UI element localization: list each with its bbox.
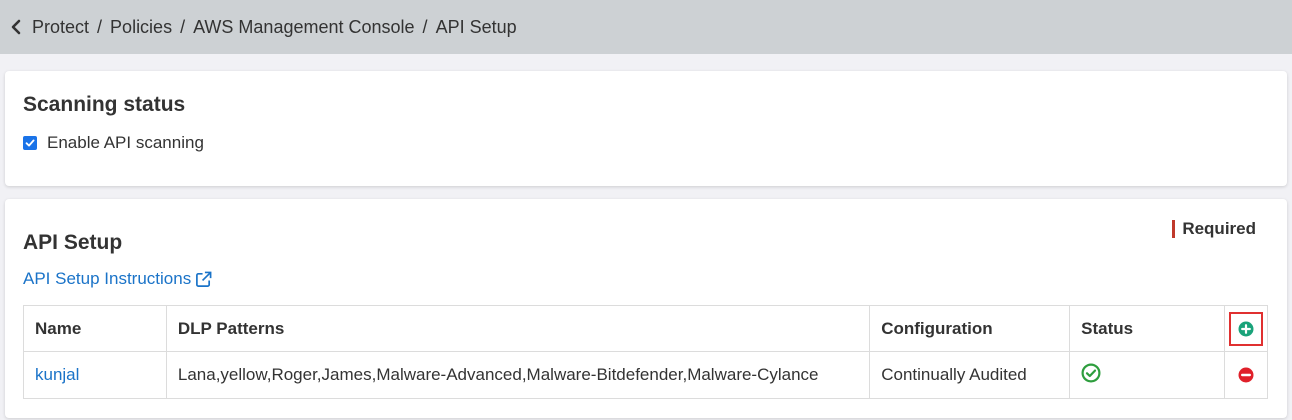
chevron-left-icon[interactable] bbox=[6, 17, 26, 37]
minus-circle-icon bbox=[1238, 367, 1254, 383]
checkmark-icon bbox=[25, 139, 35, 147]
check-circle-icon bbox=[1081, 363, 1101, 383]
remove-row-button[interactable] bbox=[1225, 367, 1267, 383]
row-action bbox=[1223, 351, 1269, 399]
external-link-icon[interactable] bbox=[195, 271, 212, 288]
api-setup-card: Required API Setup API Setup Instruction… bbox=[5, 199, 1287, 418]
row-name[interactable]: kunjal bbox=[23, 351, 167, 399]
breadcrumb-aws-console[interactable]: AWS Management Console bbox=[193, 17, 414, 38]
breadcrumb-separator: / bbox=[180, 16, 186, 37]
header-action bbox=[1223, 305, 1269, 352]
header-dlp-patterns: DLP Patterns bbox=[165, 305, 871, 352]
breadcrumb-protect[interactable]: Protect bbox=[32, 17, 89, 38]
api-setup-instructions-link[interactable]: API Setup Instructions bbox=[23, 269, 212, 289]
plus-circle-icon bbox=[1238, 321, 1254, 336]
row-configuration: Continually Audited bbox=[869, 351, 1071, 399]
api-setup-instructions-text[interactable]: API Setup Instructions bbox=[23, 269, 191, 289]
scanning-status-title: Scanning status bbox=[23, 93, 186, 116]
enable-api-scanning-checkbox[interactable] bbox=[23, 136, 37, 150]
header-configuration: Configuration bbox=[869, 305, 1071, 352]
required-legend: Required bbox=[1172, 220, 1256, 238]
add-row-button[interactable] bbox=[1228, 311, 1263, 346]
breadcrumb-bar: Protect / Policies / AWS Management Cons… bbox=[0, 0, 1292, 54]
enable-api-scanning-row[interactable]: Enable API scanning bbox=[23, 133, 204, 153]
header-status: Status bbox=[1069, 305, 1225, 352]
breadcrumb-policies[interactable]: Policies bbox=[110, 17, 172, 38]
breadcrumb-api-setup: API Setup bbox=[435, 16, 517, 37]
table-header-row: Name DLP Patterns Configuration Status bbox=[23, 305, 1269, 352]
table-row: kunjal Lana,yellow,Roger,James,Malware-A… bbox=[23, 351, 1269, 399]
header-name: Name bbox=[23, 305, 167, 352]
scanning-status-card: Scanning status Enable API scanning bbox=[5, 71, 1287, 186]
enable-api-scanning-label: Enable API scanning bbox=[47, 133, 204, 152]
breadcrumb-separator: / bbox=[97, 16, 103, 37]
row-status bbox=[1069, 351, 1225, 399]
row-name-link[interactable]: kunjal bbox=[35, 365, 79, 384]
row-dlp-patterns: Lana,yellow,Roger,James,Malware-Advanced… bbox=[165, 351, 871, 399]
api-setup-title: API Setup bbox=[23, 231, 123, 254]
api-setup-table: Name DLP Patterns Configuration Status k… bbox=[23, 305, 1269, 399]
breadcrumb-separator: / bbox=[422, 16, 428, 37]
